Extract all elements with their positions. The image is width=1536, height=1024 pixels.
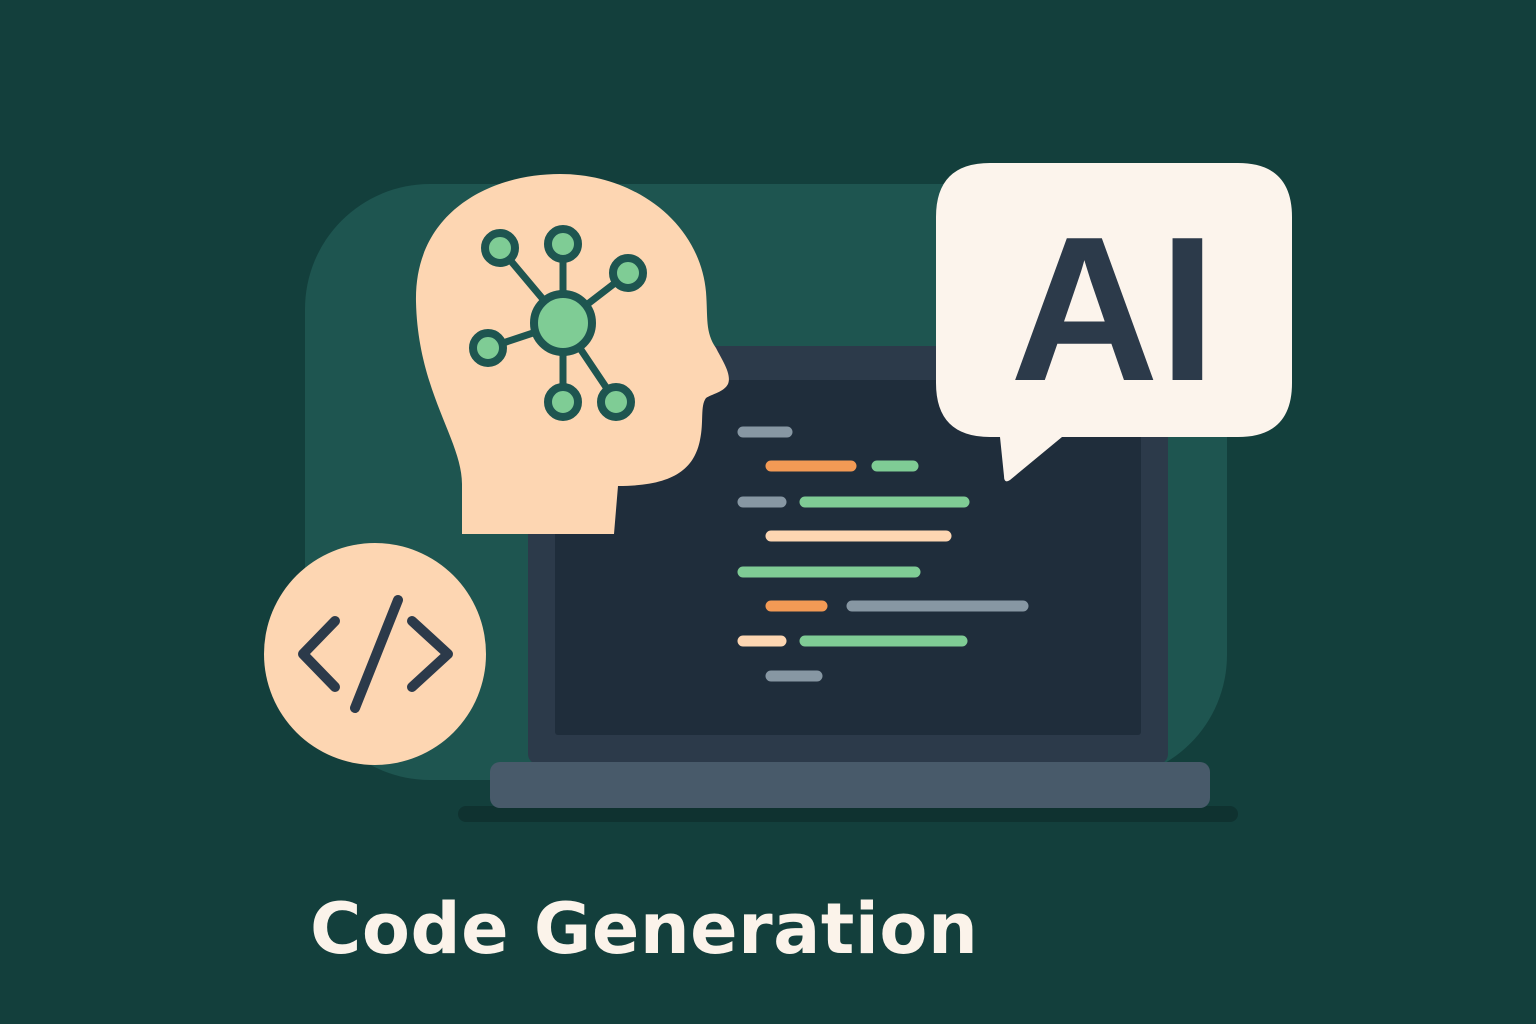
network-node xyxy=(544,225,582,263)
network-node xyxy=(597,383,635,421)
network-node xyxy=(469,329,507,367)
network-node xyxy=(481,229,519,267)
network-node xyxy=(544,383,582,421)
speech-bubble-icon: AI xyxy=(936,163,1292,482)
laptop-shadow xyxy=(458,806,1238,822)
illustration-svg: AI xyxy=(264,163,1292,822)
network-node xyxy=(609,254,647,292)
caption-title: Code Generation xyxy=(310,888,979,970)
ai-label: AI xyxy=(1010,194,1216,424)
laptop-base xyxy=(490,762,1210,808)
code-brackets-icon xyxy=(264,543,486,765)
network-hub-node xyxy=(530,290,596,356)
illustration-canvas: AI Code Generation xyxy=(0,0,1536,1024)
